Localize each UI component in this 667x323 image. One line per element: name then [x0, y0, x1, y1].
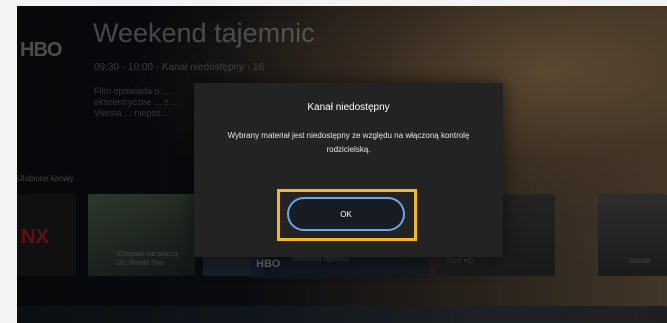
dialog-message: Wybrany materiał jest niedostępny ze wzg… [227, 131, 470, 154]
ok-button[interactable]: OK [287, 197, 405, 231]
dialog-title: Kanał niedostępny [307, 102, 390, 113]
parental-control-dialog: Kanał niedostępny Wybrany materiał jest … [194, 83, 503, 257]
